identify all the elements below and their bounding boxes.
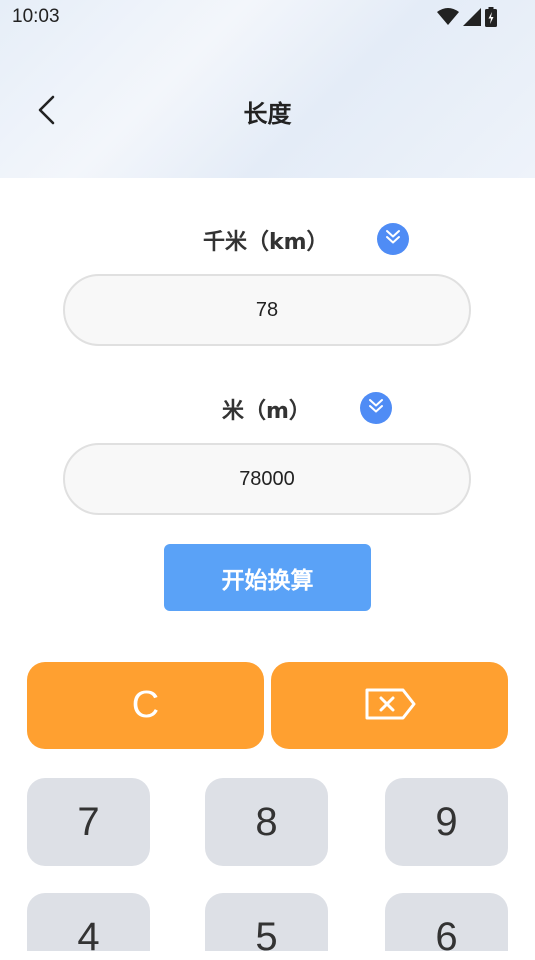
key-7[interactable]: 7: [27, 778, 150, 866]
to-unit-label: 米（m）: [222, 399, 311, 424]
from-unit-dropdown-button[interactable]: [377, 223, 409, 255]
from-value-field[interactable]: 78: [63, 274, 471, 346]
key-8[interactable]: 8: [205, 778, 328, 866]
to-unit-dropdown-button[interactable]: [360, 392, 392, 424]
battery-icon: [485, 7, 497, 27]
status-bar: 10:03: [0, 0, 535, 36]
status-time: 10:03: [12, 6, 60, 27]
to-unit-row: 米（m）: [0, 391, 535, 427]
clear-button[interactable]: C: [27, 662, 264, 749]
key-4[interactable]: 4: [27, 893, 150, 959]
wifi-icon: [437, 8, 459, 26]
to-value-field[interactable]: 78000: [63, 443, 471, 515]
status-icons: [437, 7, 497, 27]
signal-icon: [463, 8, 481, 26]
from-unit-row: 千米（km）: [0, 222, 535, 258]
from-unit-label: 千米（km）: [203, 230, 329, 255]
key-5[interactable]: 5: [205, 893, 328, 959]
convert-button[interactable]: 开始换算: [164, 544, 371, 611]
key-6[interactable]: 6: [385, 893, 508, 959]
backspace-icon: [363, 688, 417, 724]
page-title: 长度: [243, 100, 292, 128]
key-9[interactable]: 9: [385, 778, 508, 866]
double-chevron-down-icon: [384, 229, 402, 249]
backspace-button[interactable]: [271, 662, 508, 749]
double-chevron-down-icon: [367, 398, 385, 418]
